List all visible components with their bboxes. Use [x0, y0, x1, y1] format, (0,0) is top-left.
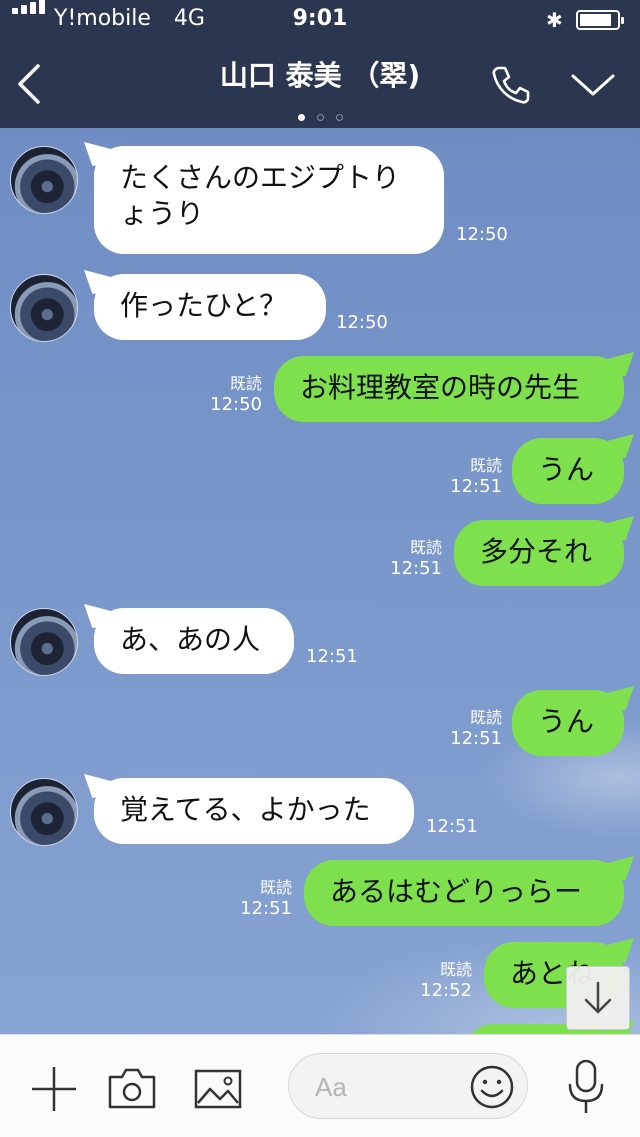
read-receipt: 既読	[409, 538, 442, 557]
message-line: お料理教室の時の先生	[300, 371, 581, 404]
message-time: 12:50	[456, 224, 508, 245]
message-meta: 既読 12:51	[432, 456, 502, 498]
image-icon[interactable]	[192, 1063, 244, 1115]
message-line: うん	[538, 705, 595, 738]
message-time: 12:51	[450, 476, 502, 497]
input-bar	[0, 1034, 640, 1137]
message-bubble[interactable]: 作ったひと？	[94, 274, 326, 340]
message-time: 12:51	[306, 646, 358, 667]
battery-icon	[576, 10, 624, 30]
message-time: 12:51	[240, 898, 292, 919]
status-bar: Y!mobile 4G 9:01 ✱	[0, 0, 640, 40]
message-time: 12:51	[450, 728, 502, 749]
message-time: 12:51	[426, 816, 478, 837]
chevron-down-icon[interactable]	[570, 72, 616, 100]
status-time: 9:01	[292, 6, 348, 31]
message-bubble[interactable]: うん	[512, 690, 624, 756]
page-dot	[335, 114, 343, 121]
message-line: 作ったひと？	[120, 289, 288, 322]
message-line: あるはむどりっらー	[330, 875, 583, 908]
message-time: 12:52	[420, 980, 472, 1001]
read-receipt: 既読	[439, 960, 472, 979]
message-time: 12:51	[390, 558, 442, 579]
page-dot	[297, 114, 305, 121]
message-meta: 既読 12:51	[372, 538, 442, 580]
message-line: あ、あの人	[120, 623, 261, 656]
message-input-box[interactable]	[288, 1053, 528, 1119]
message-meta: 既読 12:51	[222, 878, 292, 920]
read-receipt: 既読	[469, 456, 502, 475]
smiley-icon[interactable]	[469, 1064, 515, 1110]
read-receipt: 既読	[259, 878, 292, 897]
message-bubble[interactable]: 覚えてる、よかった	[94, 778, 414, 844]
microphone-icon[interactable]	[562, 1057, 610, 1117]
read-receipt: 既読	[229, 374, 262, 393]
bluetooth-icon: ✱	[546, 8, 563, 32]
message-line: たくさんのエジプトり	[120, 161, 401, 194]
arrow-down-icon	[584, 981, 612, 1014]
camera-icon[interactable]	[106, 1063, 158, 1115]
phone-icon[interactable]	[490, 64, 532, 106]
message-line: ょうり	[120, 197, 205, 230]
message-bubble[interactable]: たくさんのエジプトり ょうり	[94, 146, 444, 254]
message-bubble[interactable]: 多分それ	[454, 520, 624, 586]
read-receipt: 既読	[469, 708, 502, 727]
avatar[interactable]	[10, 608, 78, 676]
plus-icon[interactable]	[28, 1063, 80, 1115]
message-line: うん	[538, 453, 595, 486]
page-dot	[316, 114, 324, 121]
battery-level	[580, 14, 611, 26]
chat-title[interactable]: 山口 泰美 （翠)	[0, 54, 640, 94]
avatar[interactable]	[10, 146, 78, 214]
message-time: 12:50	[210, 394, 262, 415]
avatar[interactable]	[10, 274, 78, 342]
message-input[interactable]	[313, 1068, 457, 1106]
avatar[interactable]	[10, 778, 78, 846]
scroll-to-bottom-button[interactable]	[566, 966, 630, 1030]
message-meta: 既読 12:52	[402, 960, 472, 1002]
message-meta: 既読 12:51	[432, 708, 502, 750]
message-bubble[interactable]: うん	[512, 438, 624, 504]
message-time: 12:50	[336, 312, 388, 333]
chat-area[interactable]: たくさんのエジプトり ょうり 12:50 作ったひと？ 12:50 既読 12:…	[0, 128, 640, 1034]
page-indicator	[0, 106, 640, 125]
message-bubble[interactable]: お料理教室の時の先生	[274, 356, 624, 422]
message-line: 多分それ	[480, 535, 593, 568]
chat-header: 山口 泰美 （翠)	[0, 40, 640, 128]
message-meta: 既読 12:50	[192, 374, 262, 416]
message-bubble[interactable]: あるはむどりっらー	[304, 860, 624, 926]
message-line: 覚えてる、よかった	[120, 793, 371, 826]
message-bubble[interactable]: あ、あの人	[94, 608, 294, 674]
